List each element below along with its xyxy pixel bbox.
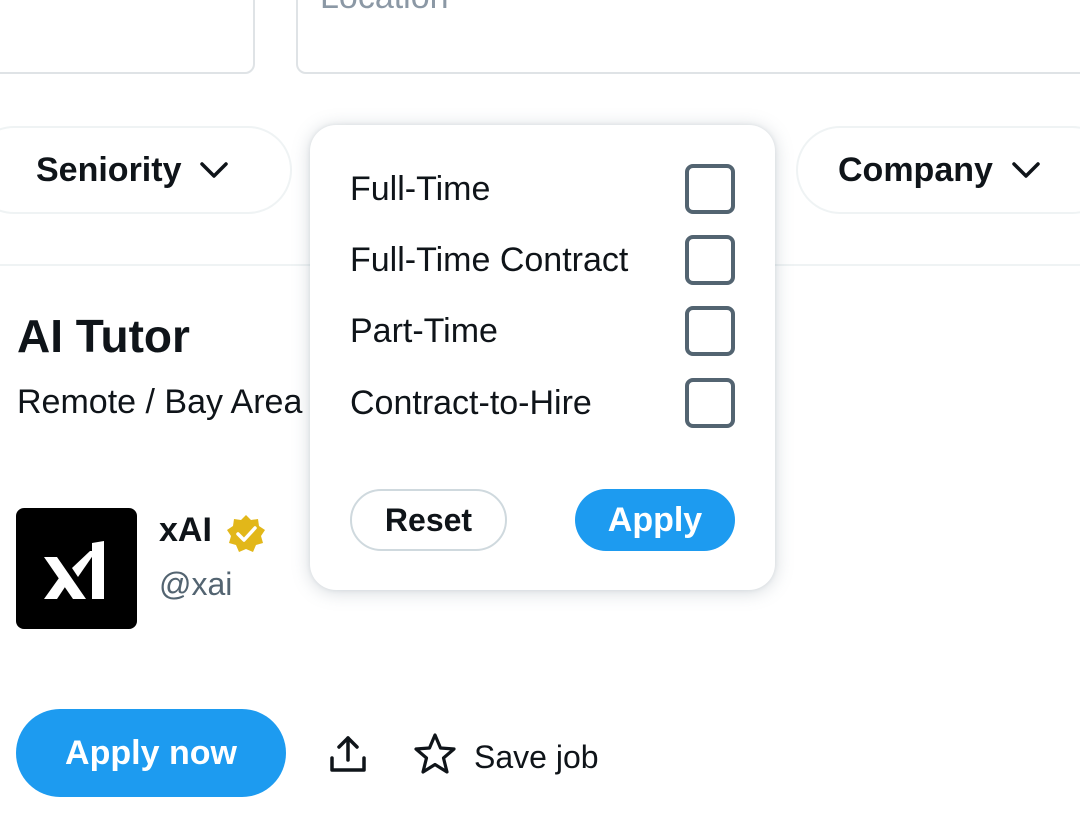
xai-logo-glyph — [43, 540, 104, 599]
option-label: Full-Time — [350, 169, 491, 208]
apply-now-button[interactable]: Apply now — [16, 709, 286, 797]
star-icon[interactable] — [412, 732, 458, 776]
company-filter[interactable]: Company — [796, 126, 1080, 214]
chevron-down-icon — [1012, 162, 1040, 178]
seniority-filter-label: Seniority — [36, 150, 182, 189]
share-icon[interactable] — [326, 732, 370, 776]
company-handle[interactable]: @xai — [159, 566, 232, 602]
save-job-button[interactable]: Save job — [474, 738, 599, 776]
job-title: AI Tutor — [17, 310, 190, 362]
job-type-popup: Full-Time Full-Time Contract Part-Time C… — [310, 125, 775, 590]
option-full-time[interactable]: Full-Time — [350, 161, 735, 217]
reset-button[interactable]: Reset — [350, 489, 507, 551]
option-part-time[interactable]: Part-Time — [350, 303, 735, 359]
company-name[interactable]: xAI — [159, 510, 212, 550]
option-contract-to-hire[interactable]: Contract-to-Hire — [350, 375, 735, 431]
option-label: Contract-to-Hire — [350, 383, 592, 422]
checkbox[interactable] — [685, 306, 735, 356]
keyword-input[interactable] — [0, 0, 255, 74]
location-placeholder: Location — [320, 0, 449, 14]
option-label: Full-Time Contract — [350, 240, 629, 279]
company-filter-label: Company — [838, 150, 993, 189]
checkbox[interactable] — [685, 235, 735, 285]
option-label: Part-Time — [350, 311, 498, 350]
apply-filter-button[interactable]: Apply — [575, 489, 735, 551]
verified-badge-icon — [227, 515, 265, 552]
checkbox[interactable] — [685, 378, 735, 428]
location-input[interactable]: Location — [296, 0, 1080, 74]
xai-logo-icon[interactable] — [16, 508, 137, 629]
seniority-filter[interactable]: Seniority — [0, 126, 292, 214]
chevron-down-icon — [200, 162, 229, 178]
option-full-time-contract[interactable]: Full-Time Contract — [350, 232, 735, 288]
checkbox[interactable] — [685, 164, 735, 214]
job-page: Location Seniority Company AI Tutor Remo… — [0, 0, 1080, 813]
